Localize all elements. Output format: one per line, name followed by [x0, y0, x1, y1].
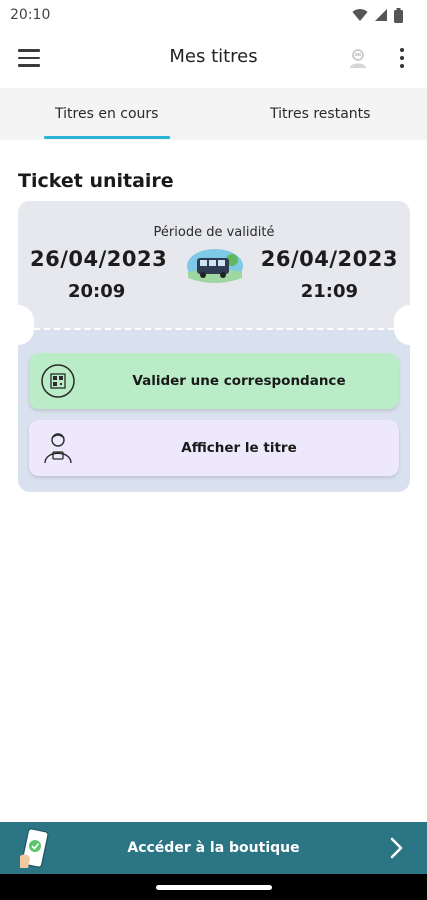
start-time: 20:09: [68, 281, 126, 302]
controller-person-icon: [44, 433, 72, 464]
signal-icon: [375, 9, 387, 21]
shop-label: Accéder à la boutique: [127, 840, 300, 856]
status-bar: 20:10: [0, 0, 427, 30]
status-time: 20:10: [10, 7, 51, 23]
more-options-icon[interactable]: [392, 46, 412, 70]
system-nav-bar: [0, 874, 427, 900]
shop-button[interactable]: Accéder à la boutique: [0, 822, 427, 874]
section-title: Ticket unitaire: [18, 170, 174, 192]
battery-icon: [394, 7, 403, 23]
chevron-right-icon: [390, 837, 403, 859]
validate-transfer-button[interactable]: Valider une correspondance: [29, 353, 399, 409]
end-date: 26/04/2023: [260, 247, 398, 271]
end-time: 21:09: [300, 281, 358, 302]
ticket-perforation: [34, 328, 394, 330]
bus-icon: [187, 249, 243, 283]
tab-titres-restants[interactable]: Titres restants: [214, 88, 427, 140]
app-bar: Mes titres: [0, 30, 427, 86]
profile-icon[interactable]: [346, 47, 370, 71]
validate-transfer-label: Valider une correspondance: [132, 373, 346, 389]
start-date: 26/04/2023: [30, 247, 168, 271]
show-ticket-button[interactable]: Afficher le titre: [29, 420, 399, 476]
tab-bar: Titres en cours Titres restants: [0, 88, 427, 140]
show-ticket-label: Afficher le titre: [181, 440, 297, 456]
status-icons: [352, 7, 403, 23]
ticket-notch-right: [394, 305, 410, 345]
home-indicator[interactable]: [156, 885, 272, 890]
tab-titres-en-cours[interactable]: Titres en cours: [0, 88, 214, 140]
ticket-header: Période de validité 26/04/2023 26/04/202…: [18, 201, 410, 329]
ticket-card: Période de validité 26/04/2023 26/04/202…: [18, 201, 410, 492]
validity-label: Période de validité: [153, 225, 275, 240]
qr-scan-icon: [41, 364, 75, 398]
wifi-icon: [352, 9, 368, 21]
